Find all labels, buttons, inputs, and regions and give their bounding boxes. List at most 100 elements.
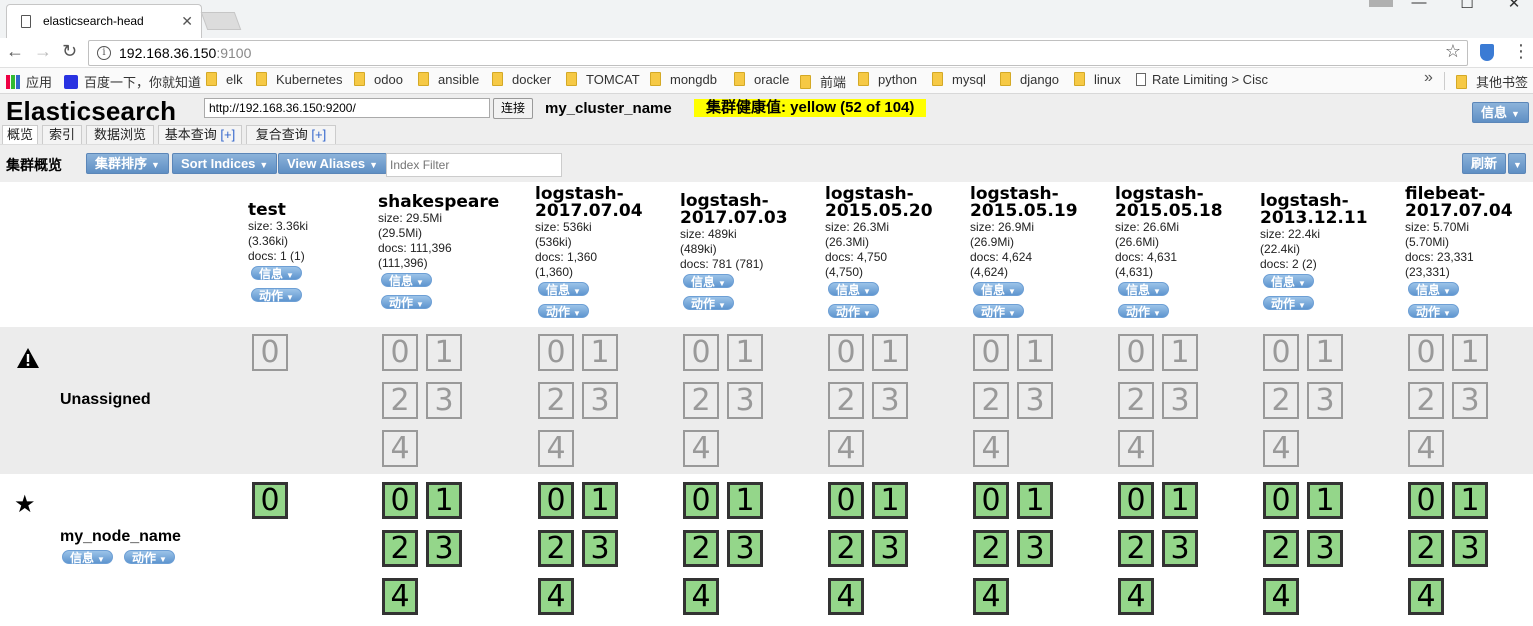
- index-info-button[interactable]: 信息 ▼: [973, 282, 1024, 297]
- unassigned-shard[interactable]: 4: [538, 430, 574, 467]
- unassigned-shard[interactable]: 0: [538, 334, 574, 371]
- sort-cluster-button[interactable]: 集群排序 ▼: [86, 153, 169, 174]
- info-icon[interactable]: i: [97, 46, 111, 60]
- profile-icon[interactable]: [1369, 0, 1393, 7]
- unassigned-shard[interactable]: 3: [1307, 382, 1343, 419]
- bookmark-folder[interactable]: elk: [206, 72, 243, 87]
- url-input[interactable]: i 192.168.36.150:9100 ☆: [88, 40, 1468, 66]
- forward-icon[interactable]: →: [34, 41, 52, 62]
- bookmark-folder[interactable]: docker: [492, 72, 551, 87]
- bookmark-folder[interactable]: mongdb: [650, 72, 717, 87]
- index-action-button[interactable]: 动作 ▼: [828, 304, 879, 319]
- primary-shard[interactable]: 3: [1307, 530, 1343, 567]
- primary-shard[interactable]: 3: [872, 530, 908, 567]
- bookmark-folder[interactable]: TOMCAT: [566, 72, 640, 87]
- primary-shard[interactable]: 0: [1118, 482, 1154, 519]
- primary-shard[interactable]: 3: [426, 530, 462, 567]
- unassigned-shard[interactable]: 0: [1263, 334, 1299, 371]
- index-info-button[interactable]: 信息 ▼: [1118, 282, 1169, 297]
- bookmark-folder[interactable]: python: [858, 72, 917, 87]
- primary-shard[interactable]: 3: [1162, 530, 1198, 567]
- index-action-button[interactable]: 动作 ▼: [1408, 304, 1459, 319]
- shield-icon[interactable]: [1480, 44, 1494, 61]
- primary-shard[interactable]: 2: [382, 530, 418, 567]
- new-tab-button[interactable]: [200, 12, 242, 30]
- bookmark-folder[interactable]: mysql: [932, 72, 986, 87]
- tab-browser[interactable]: 数据浏览: [86, 125, 154, 145]
- primary-shard[interactable]: 3: [1017, 530, 1053, 567]
- bookmark-folder[interactable]: Kubernetes: [256, 72, 343, 87]
- unassigned-shard[interactable]: 0: [683, 334, 719, 371]
- primary-shard[interactable]: 0: [828, 482, 864, 519]
- connect-url-input[interactable]: [204, 98, 490, 118]
- index-info-button[interactable]: 信息 ▼: [683, 274, 734, 289]
- index-action-button[interactable]: 动作 ▼: [381, 295, 432, 310]
- tab-compound-query[interactable]: 复合查询 [+]: [246, 125, 336, 145]
- unassigned-shard[interactable]: 1: [426, 334, 462, 371]
- index-info-button[interactable]: 信息 ▼: [538, 282, 589, 297]
- sort-indices-button[interactable]: Sort Indices ▼: [172, 153, 278, 174]
- index-action-button[interactable]: 动作 ▼: [251, 288, 302, 303]
- primary-shard[interactable]: 0: [1408, 482, 1444, 519]
- view-aliases-button[interactable]: View Aliases ▼: [278, 153, 387, 174]
- header-info-button[interactable]: 信息 ▼: [1472, 102, 1529, 123]
- index-action-button[interactable]: 动作 ▼: [538, 304, 589, 319]
- primary-shard[interactable]: 4: [1118, 578, 1154, 615]
- close-icon[interactable]: ✕: [181, 5, 193, 37]
- primary-shard[interactable]: 1: [727, 482, 763, 519]
- primary-shard[interactable]: 0: [683, 482, 719, 519]
- bookmark-apps[interactable]: 应用: [6, 72, 52, 91]
- more-bookmarks-icon[interactable]: »: [1424, 69, 1433, 87]
- unassigned-shard[interactable]: 1: [1307, 334, 1343, 371]
- tab-indices[interactable]: 索引: [42, 125, 82, 145]
- unassigned-shard[interactable]: 2: [828, 382, 864, 419]
- index-info-button[interactable]: 信息 ▼: [381, 273, 432, 288]
- primary-shard[interactable]: 2: [828, 530, 864, 567]
- unassigned-shard[interactable]: 0: [252, 334, 288, 371]
- unassigned-shard[interactable]: 1: [582, 334, 618, 371]
- primary-shard[interactable]: 4: [973, 578, 1009, 615]
- index-action-button[interactable]: 动作 ▼: [973, 304, 1024, 319]
- unassigned-shard[interactable]: 4: [973, 430, 1009, 467]
- primary-shard[interactable]: 3: [727, 530, 763, 567]
- bookmark-page[interactable]: Rate Limiting > Cisc: [1136, 72, 1268, 87]
- unassigned-shard[interactable]: 3: [872, 382, 908, 419]
- bookmark-other[interactable]: 其他书签: [1456, 72, 1528, 91]
- primary-shard[interactable]: 2: [538, 530, 574, 567]
- unassigned-shard[interactable]: 2: [1263, 382, 1299, 419]
- unassigned-shard[interactable]: 4: [828, 430, 864, 467]
- unassigned-shard[interactable]: 4: [382, 430, 418, 467]
- bookmark-baidu[interactable]: 百度一下，你就知道: [64, 72, 201, 91]
- primary-shard[interactable]: 4: [828, 578, 864, 615]
- connect-button[interactable]: 连接: [493, 98, 533, 119]
- primary-shard[interactable]: 0: [382, 482, 418, 519]
- primary-shard[interactable]: 0: [538, 482, 574, 519]
- tab-basic-query[interactable]: 基本查询 [+]: [158, 125, 242, 145]
- primary-shard[interactable]: 3: [1452, 530, 1488, 567]
- unassigned-shard[interactable]: 4: [683, 430, 719, 467]
- unassigned-shard[interactable]: 3: [727, 382, 763, 419]
- unassigned-shard[interactable]: 2: [1408, 382, 1444, 419]
- unassigned-shard[interactable]: 2: [1118, 382, 1154, 419]
- primary-shard[interactable]: 2: [973, 530, 1009, 567]
- index-action-button[interactable]: 动作 ▼: [683, 296, 734, 311]
- unassigned-shard[interactable]: 0: [382, 334, 418, 371]
- unassigned-shard[interactable]: 1: [1017, 334, 1053, 371]
- unassigned-shard[interactable]: 3: [1017, 382, 1053, 419]
- primary-shard[interactable]: 2: [683, 530, 719, 567]
- node-action-button[interactable]: 动作 ▼: [124, 550, 175, 565]
- bookmark-folder[interactable]: odoo: [354, 72, 403, 87]
- index-info-button[interactable]: 信息 ▼: [828, 282, 879, 297]
- unassigned-shard[interactable]: 3: [426, 382, 462, 419]
- index-action-button[interactable]: 动作 ▼: [1263, 296, 1314, 311]
- unassigned-shard[interactable]: 4: [1118, 430, 1154, 467]
- primary-shard[interactable]: 1: [426, 482, 462, 519]
- unassigned-shard[interactable]: 1: [727, 334, 763, 371]
- menu-icon[interactable]: ⋮: [1512, 42, 1530, 60]
- node-info-button[interactable]: 信息 ▼: [62, 550, 113, 565]
- bookmark-folder[interactable]: django: [1000, 72, 1059, 87]
- unassigned-shard[interactable]: 3: [1162, 382, 1198, 419]
- primary-shard[interactable]: 0: [252, 482, 288, 519]
- bookmark-folder[interactable]: oracle: [734, 72, 789, 87]
- browser-tab[interactable]: elasticsearch-head ✕: [6, 4, 202, 38]
